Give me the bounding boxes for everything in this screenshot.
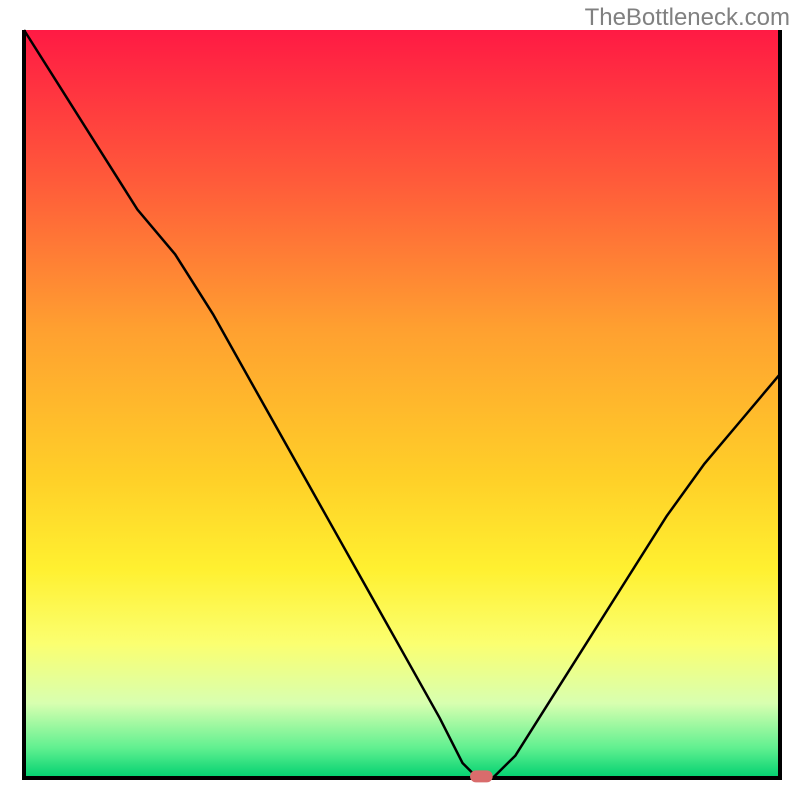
watermark-text: TheBottleneck.com — [585, 4, 790, 32]
plot-background — [24, 30, 780, 778]
chart-svg — [0, 0, 800, 800]
chart-container: TheBottleneck.com — [0, 0, 800, 800]
optimum-marker — [470, 770, 493, 782]
